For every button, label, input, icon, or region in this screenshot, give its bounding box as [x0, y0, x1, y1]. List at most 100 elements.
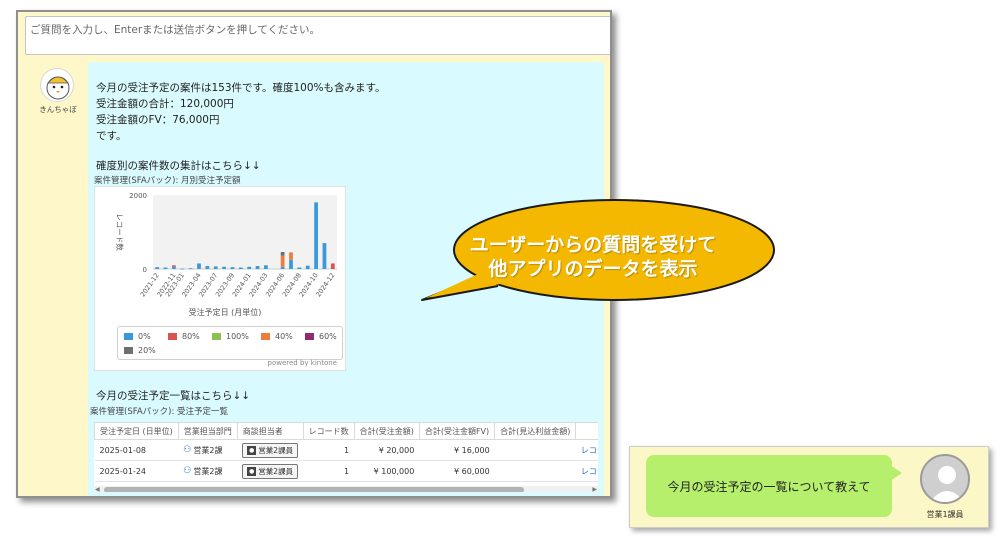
bar-0% [180, 268, 185, 270]
callout-line-2: 他アプリのデータを表示 [488, 258, 698, 280]
user-icon: ● [247, 466, 257, 476]
callout-line-1: ユーザーからの質問を受けて [469, 234, 717, 256]
bar-0% [230, 267, 235, 269]
list-intro: 今月の受注予定一覧はこちら↓↓ [96, 390, 251, 402]
person-silhouette-icon [930, 466, 964, 502]
cell-dept: ⚇ 営業2課 [178, 460, 238, 482]
bar-0% [322, 243, 327, 269]
bar-0% [197, 263, 201, 269]
org-icon: ⚇ [183, 466, 192, 476]
callout-text: ユーザーからの質問を受けて 他アプリのデータを表示 [448, 233, 738, 281]
bar-0% [289, 259, 293, 269]
cell-record-link[interactable]: レコード& [575, 439, 598, 461]
legend-swatch [124, 347, 133, 354]
col-amount-fv[interactable]: 合計(受注金額FV) [418, 422, 496, 440]
bar-0% [305, 265, 310, 269]
chart-legend: 0% 80% 100% 40% 60% 20% [117, 326, 343, 360]
table-row: 2025-01-08 ⚇ 営業2課 ● 営業2課員 1 ¥ 20,000 ¥ 16,… [94, 439, 598, 461]
col-date[interactable]: 受注予定日 (日単位) [94, 422, 179, 440]
scroll-right-icon[interactable]: ▶ [592, 486, 597, 492]
legend-item[interactable]: 60% [305, 332, 337, 341]
legend-item[interactable]: 80% [168, 332, 200, 341]
legend-label: 40% [275, 332, 293, 341]
horizontal-scrollbar[interactable]: ◀ ▶ [94, 486, 598, 492]
y-tick-label: 0 [143, 266, 147, 274]
cell-count: 1 [303, 460, 355, 482]
legend-item[interactable]: 100% [212, 332, 249, 341]
bar-0% [247, 266, 252, 269]
response-line-4: です。 [96, 130, 127, 142]
org-icon: ⚇ [183, 445, 192, 455]
legend-label: 80% [182, 332, 200, 341]
bar-0% [280, 266, 285, 269]
legend-label: 20% [138, 346, 156, 355]
cell-count: 1 [303, 439, 355, 461]
cell-dept: ⚇ 営業2課 [178, 439, 238, 461]
col-person[interactable]: 商談担当者 [236, 422, 304, 440]
legend-item[interactable]: 20% [124, 346, 156, 355]
chart-intro: 確度別の案件数の集計はこちら↓↓ [96, 160, 261, 172]
question-input[interactable]: ご質問を入力し、Enterまたは送信ボタンを押してください。 [25, 16, 610, 55]
person-chip[interactable]: ● 営業2課員 [242, 442, 299, 458]
bar-80% [172, 265, 176, 267]
bot-avatar [40, 68, 74, 102]
bar-0% [188, 268, 193, 270]
response-line-1: 今月の受注予定の案件は153件です。確度100%も含みます。 [96, 82, 386, 94]
legend-item[interactable]: 40% [261, 332, 293, 341]
user-name: 営業1課員 [926, 510, 964, 519]
kintone-watermark: powered by kintone [267, 359, 337, 367]
cell-date: 2025-01-08 [94, 439, 179, 461]
legend-swatch [305, 333, 314, 340]
response-line-3: 受注金額のFV：76,000円 [96, 114, 220, 126]
bar-0% [172, 266, 176, 269]
col-amount[interactable]: 合計(受注金額) [353, 422, 420, 440]
bar-80% [330, 263, 335, 269]
legend-swatch [261, 333, 270, 340]
cell-date: 2025-01-24 [94, 460, 179, 482]
cell-profit [494, 439, 576, 461]
col-count[interactable]: レコード数 [302, 422, 355, 440]
bar-0% [163, 267, 168, 269]
cell-amount: ¥ 100,000 [354, 460, 420, 482]
bar-20% [280, 251, 285, 256]
cell-record-link[interactable]: レコード& [575, 460, 598, 482]
list-source-caption: 案件管理(SFAパック): 受注予定一覧 [90, 407, 229, 417]
legend-swatch [168, 333, 177, 340]
col-dept[interactable]: 営業担当部門 [177, 422, 238, 440]
y-tick-label: 2000 [129, 192, 147, 200]
cell-person: ● 営業2課員 [237, 439, 304, 461]
y-axis-label: レコード数 [115, 213, 125, 251]
legend-swatch [124, 333, 133, 340]
response-line-2: 受注金額の合計：120,000円 [96, 98, 234, 110]
user-avatar [920, 454, 970, 504]
chick-mascot-icon [46, 76, 70, 100]
cell-profit [494, 460, 576, 482]
bar-0% [264, 265, 268, 269]
scroll-left-icon[interactable]: ◀ [95, 486, 100, 492]
cell-person: ● 営業2課員 [237, 460, 304, 482]
chart-container: 2000 0 レコード数 2021-12 2022-11 2023-01 2023-04 20… [94, 186, 346, 371]
bar-0% [213, 266, 218, 269]
scroll-thumb[interactable] [104, 487, 524, 492]
col-extra [575, 422, 598, 440]
legend-label: 0% [138, 332, 151, 341]
bar-0% [205, 266, 210, 269]
cell-amount: ¥ 20,000 [354, 439, 420, 461]
user-message: 今月の受注予定の一覧について教えて [667, 479, 871, 494]
bar-0% [297, 267, 302, 269]
legend-item[interactable]: 0% [124, 332, 151, 341]
legend-label: 100% [226, 332, 249, 341]
plot-area [153, 195, 337, 269]
bar-0% [222, 266, 226, 269]
legend-swatch [212, 333, 221, 340]
bar-0% [238, 267, 243, 269]
user-icon: ● [247, 445, 257, 455]
bar-0% [255, 266, 260, 269]
table-row: 2025-01-24 ⚇ 営業2課 ● 営業2課員 1 ¥ 100,000 ¥ 60… [94, 460, 598, 482]
cell-amount-fv: ¥ 60,000 [419, 460, 495, 482]
col-profit[interactable]: 合計(見込利益金額) [494, 422, 577, 440]
bar-0% [314, 202, 318, 269]
person-chip[interactable]: ● 営業2課員 [242, 463, 299, 479]
order-list-table: 受注予定日 (日単位) 営業担当部門 商談担当者 レコード数 合計(受注金額) … [94, 422, 598, 492]
bot-name: きんちゃぼ [39, 105, 77, 114]
